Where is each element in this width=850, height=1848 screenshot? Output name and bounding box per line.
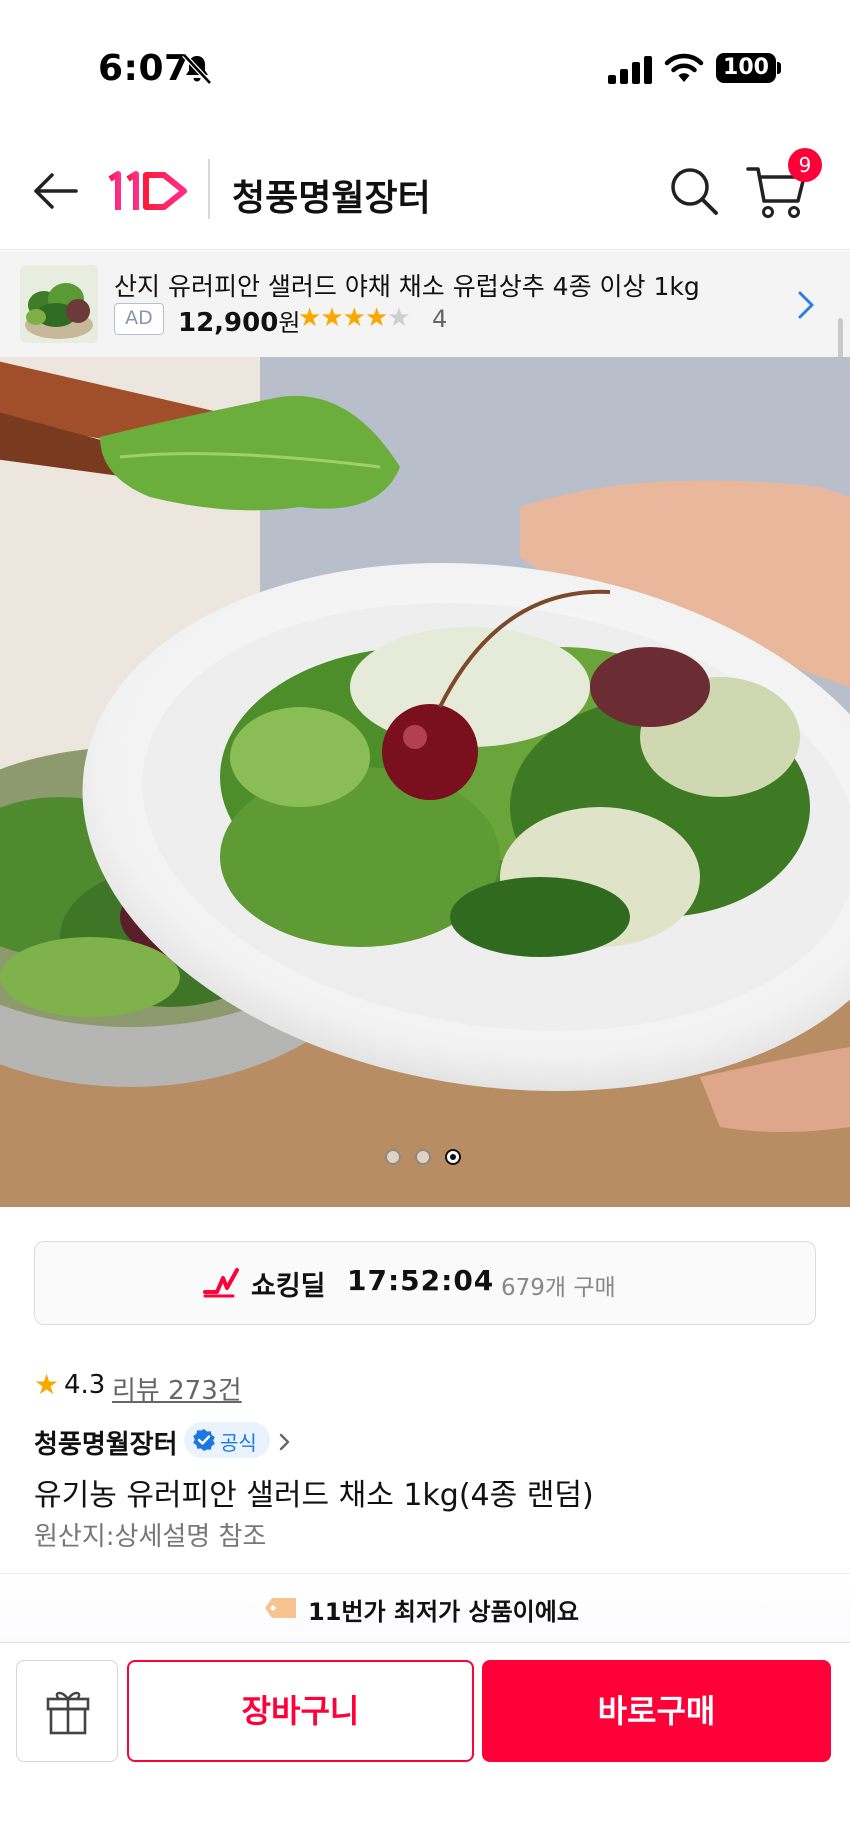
brand-logo-icon[interactable] (106, 169, 190, 213)
status-time: 6:07 (98, 48, 190, 89)
salad-photo (0, 357, 850, 1207)
shocking-deal-box[interactable]: 쇼킹딜 17:52:04 679개 구매 (34, 1241, 816, 1325)
official-label: 공식 (220, 1431, 257, 1455)
product-hero-image[interactable] (0, 357, 850, 1207)
cart-count-badge: 9 (788, 148, 822, 182)
ad-thumbnail (20, 265, 98, 343)
chevron-right-icon[interactable] (278, 1430, 292, 1454)
image-pagination[interactable] (385, 1149, 465, 1165)
pagination-dot[interactable] (445, 1149, 461, 1165)
seller-name[interactable]: 청풍명월장터 (34, 1424, 178, 1461)
rating-value: 4.3 (64, 1370, 106, 1400)
cellular-signal-icon (608, 56, 652, 84)
star-filled-icon: ★ (298, 303, 321, 333)
buy-now-button[interactable]: 바로구매 (482, 1660, 831, 1762)
deal-label: 쇼킹딜 (251, 1271, 326, 1302)
official-badge: 공식 (184, 1422, 270, 1458)
app-header: 청풍명월장터 9 (0, 135, 850, 250)
lowest-price-banner[interactable]: 11번가 최저가 상품이에요 (0, 1573, 850, 1643)
status-bar: 6:07 100 (0, 0, 850, 135)
ad-badge: AD (114, 303, 164, 335)
battery-tip (777, 62, 781, 74)
star-icon: ★ (34, 1368, 60, 1401)
store-title[interactable]: 청풍명월장터 (232, 169, 431, 221)
header-divider (208, 159, 210, 219)
wifi-icon (664, 53, 704, 82)
back-arrow-icon[interactable] (30, 165, 82, 217)
bottom-action-bar: 장바구니 바로구매 (0, 1642, 850, 1848)
pagination-dot[interactable] (385, 1149, 401, 1165)
product-title: 유기농 유러피안 샐러드 채소 1kg(4종 랜덤) (34, 1478, 594, 1513)
ad-banner[interactable]: 산지 유러피안 샐러드 야채 채소 유럽상추 4종 이상 1kg AD 12,9… (0, 251, 850, 357)
search-icon[interactable] (666, 163, 722, 219)
price-tag-icon (265, 1598, 296, 1618)
ad-price: 12,900원 (178, 303, 300, 338)
star-filled-icon: ★ (364, 303, 388, 333)
gift-icon (46, 1691, 90, 1735)
review-count-link[interactable]: 리뷰 273건 (112, 1370, 242, 1407)
deal-purchase-count: 679개 구매 (501, 1275, 616, 1301)
star-empty-icon: ★ (387, 303, 410, 333)
pagination-dot[interactable] (415, 1149, 431, 1165)
lowest-price-text: 11번가 최저가 상품이에요 (308, 1598, 579, 1626)
shocking-deal-icon (203, 1268, 239, 1298)
star-filled-icon: ★ (320, 303, 343, 333)
battery-indicator: 100 (716, 53, 776, 83)
ad-star-rating: ★★★★★ (298, 303, 411, 333)
ad-price-value: 12,900 (178, 308, 279, 338)
verified-check-icon (193, 1429, 215, 1451)
deal-timer: 17:52:04 (347, 1264, 495, 1297)
chevron-right-icon[interactable] (790, 285, 822, 325)
gift-button[interactable] (16, 1660, 118, 1762)
ad-title: 산지 유러피안 샐러드 야채 채소 유럽상추 4종 이상 1kg (114, 272, 700, 301)
add-to-cart-button[interactable]: 장바구니 (127, 1660, 474, 1762)
ad-rating-count: 4 (432, 305, 448, 333)
product-origin: 원산지:상세설명 참조 (34, 1522, 267, 1552)
star-filled-icon: ★ (342, 303, 366, 333)
bell-off-icon (182, 53, 212, 85)
seller-row[interactable]: 청풍명월장터 공식 (34, 1422, 434, 1461)
